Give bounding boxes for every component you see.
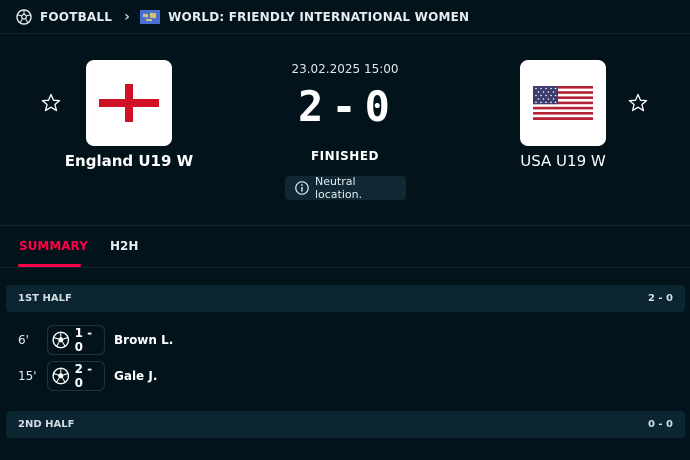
match-datetime: 23.02.2025 15:00 [291, 62, 399, 76]
away-score: 0 [364, 82, 392, 131]
incident-player[interactable]: Gale J. [114, 369, 157, 383]
tab-h2h[interactable]: H2H [110, 239, 138, 253]
home-team-logo[interactable] [86, 60, 172, 146]
england-flag-icon [99, 84, 159, 122]
half-label: 1ST HALF [18, 293, 72, 304]
divider [0, 225, 690, 226]
favorite-star-icon[interactable] [628, 93, 648, 113]
first-half-header: 1ST HALF 2 - 0 [6, 285, 685, 312]
breadcrumb-sport-link[interactable]: FOOTBALL [40, 10, 112, 24]
incident-player[interactable]: Brown L. [114, 333, 173, 347]
away-team-logo[interactable] [520, 60, 606, 146]
second-half-header: 2ND HALF 0 - 0 [6, 411, 685, 438]
incident-score: 1 - 0 [74, 326, 93, 354]
goal-ball-icon [52, 367, 70, 385]
goal-score-pill: 2 - 0 [47, 361, 105, 391]
favorite-star-icon[interactable] [41, 93, 61, 113]
match-score: 2-0 [245, 82, 445, 131]
goal-score-pill: 1 - 0 [47, 325, 105, 355]
home-team-name[interactable]: England U19 W [58, 152, 200, 170]
goal-ball-icon [52, 331, 70, 349]
neutral-location-text: Neutral location. [314, 175, 363, 201]
football-icon [16, 8, 32, 25]
incident-row: 15' 2 - 0 Gale J. [0, 361, 690, 391]
world-flag-icon [140, 9, 161, 24]
incident-minute: 6' [18, 333, 29, 347]
home-score: 2 [298, 82, 326, 131]
usa-flag-icon [533, 86, 593, 120]
tab-summary[interactable]: SUMMARY [19, 239, 88, 253]
incident-row: 6' 1 - 0 Brown L. [0, 325, 690, 355]
neutral-location-badge: Neutral location. [285, 175, 406, 201]
match-status: FINISHED [310, 149, 379, 163]
chevron-right-icon: › [124, 8, 131, 25]
divider [0, 267, 690, 268]
score-separator: - [331, 82, 359, 131]
half-score: 0 - 0 [647, 419, 673, 430]
incident-minute: 15' [18, 369, 37, 383]
incident-score: 2 - 0 [74, 362, 93, 390]
away-team-name[interactable]: USA U19 W [502, 152, 624, 170]
half-score: 2 - 0 [647, 293, 673, 304]
info-icon [295, 181, 309, 195]
breadcrumb: FOOTBALL › WORLD: FRIENDLY INTERNATIONAL… [0, 0, 690, 34]
breadcrumb-competition-link[interactable]: WORLD: FRIENDLY INTERNATIONAL WOMEN [168, 10, 469, 24]
half-label: 2ND HALF [18, 419, 75, 430]
